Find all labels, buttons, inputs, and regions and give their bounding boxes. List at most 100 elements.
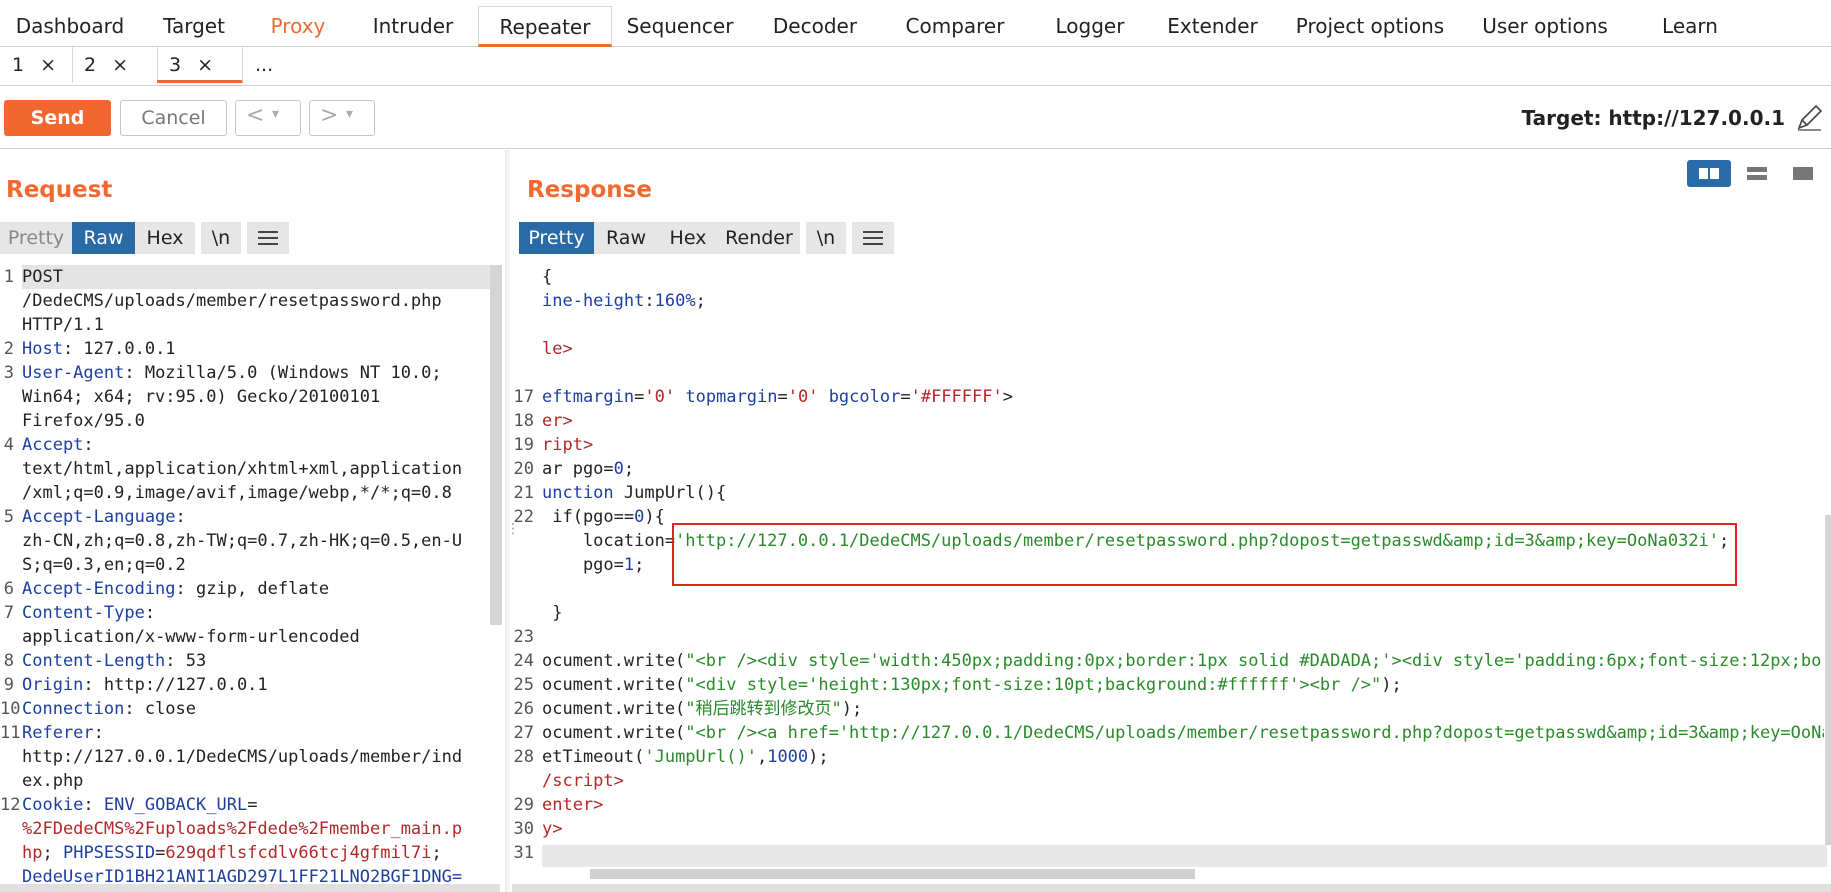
repeater-tab-2[interactable]: 2 × xyxy=(72,47,158,83)
nav-tab-project-options[interactable]: Project options xyxy=(1275,6,1465,46)
code-token: 1 xyxy=(623,555,635,575)
code-line: /script> xyxy=(542,769,1824,793)
code-token: = xyxy=(900,387,911,407)
response-format-pretty[interactable]: Pretty xyxy=(519,222,594,254)
code-line: Referer: xyxy=(22,721,490,745)
code-line: ar pgo=0; xyxy=(542,457,1824,481)
close-tab-icon[interactable]: × xyxy=(197,54,213,76)
code-token: eftmargin xyxy=(542,387,635,407)
code-token: text/html,application/xhtml+xml,applicat… xyxy=(22,459,463,479)
code-line: POST xyxy=(22,265,490,289)
menu-hamburger-icon[interactable] xyxy=(247,222,289,254)
code-token: "<br /><a href='http://127.0.0.1/DedeCMS… xyxy=(685,723,1824,743)
code-line: %2FDedeCMS%2Fuploads%2Fdede%2Fmember_mai… xyxy=(22,817,490,841)
code-line: eftmargin='0' topmargin='0' bgcolor='#FF… xyxy=(542,385,1824,409)
request-format-raw[interactable]: Raw xyxy=(72,222,135,254)
menu-hamburger-icon[interactable] xyxy=(852,222,894,254)
repeater-tab-1[interactable]: 1 × xyxy=(0,47,73,83)
nav-tab-target[interactable]: Target xyxy=(140,6,248,46)
edit-target-icon[interactable] xyxy=(1795,102,1825,132)
forward-dropdown-icon[interactable]: ▾ xyxy=(346,106,353,122)
response-search-bar[interactable] xyxy=(512,884,1831,892)
code-token: = xyxy=(247,795,258,815)
line-number: 29 xyxy=(513,795,534,815)
code-token: %2FDedeCMS%2Fuploads%2Fdede%2Fmember_mai… xyxy=(22,819,463,839)
response-horizontal-scroll-thumb[interactable] xyxy=(590,869,1195,879)
tabbed-view-icon[interactable] xyxy=(1781,160,1825,187)
line-number xyxy=(0,385,14,409)
top-bottom-view-icon[interactable] xyxy=(1735,160,1779,187)
line-number xyxy=(512,265,534,289)
code-line: { xyxy=(542,265,1824,289)
line-number: 8 xyxy=(3,651,14,671)
code-line: ript> xyxy=(542,433,1824,457)
code-token: Cookie xyxy=(22,795,84,815)
line-number: 27 xyxy=(513,723,534,743)
nav-tab-decoder[interactable]: Decoder xyxy=(750,6,880,46)
request-scrollbar[interactable] xyxy=(490,265,502,625)
response-format-raw[interactable]: Raw xyxy=(594,222,658,254)
code-token: Origin xyxy=(22,675,84,695)
repeater-tab-3[interactable]: 3 × xyxy=(157,47,243,83)
response-scrollbar[interactable] xyxy=(1825,515,1831,845)
line-number: 30 xyxy=(513,819,534,839)
history-forward-button[interactable]: > ▾ xyxy=(309,100,375,136)
repeater-tab-label: 1 xyxy=(12,54,25,76)
nav-tab-logger[interactable]: Logger xyxy=(1030,6,1150,46)
code-token: etTimeout( xyxy=(542,747,645,767)
nav-tab-intruder[interactable]: Intruder xyxy=(348,6,478,46)
request-format-nnewline[interactable]: \n xyxy=(201,222,241,254)
code-token: = xyxy=(777,387,788,407)
request-format-pretty[interactable]: Pretty xyxy=(0,222,72,254)
response-format-hex[interactable]: Hex xyxy=(658,222,718,254)
code-token: ); xyxy=(841,699,863,719)
code-line: User-Agent: Mozilla/5.0 (Windows NT 10.0… xyxy=(22,361,490,385)
highlight-box xyxy=(672,523,1737,586)
nav-tab-dashboard[interactable]: Dashboard xyxy=(0,6,140,46)
nav-tab-user-options[interactable]: User options xyxy=(1465,6,1625,46)
code-line: text/html,application/xhtml+xml,applicat… xyxy=(22,457,490,481)
code-line: ocument.write("稍后跳转到修改页"); xyxy=(542,697,1824,721)
close-tab-icon[interactable]: × xyxy=(40,54,56,76)
nav-tab-extender[interactable]: Extender xyxy=(1150,6,1275,46)
code-line: enter> xyxy=(542,793,1824,817)
code-line: Cookie: ENV_GOBACK_URL= xyxy=(22,793,490,817)
side-by-side-view-icon[interactable] xyxy=(1687,160,1731,187)
more-tabs-button[interactable]: ... xyxy=(243,47,315,83)
nav-tab-proxy[interactable]: Proxy xyxy=(248,6,348,46)
response-format-nnewline[interactable]: \n xyxy=(806,222,846,254)
code-token: : close xyxy=(124,699,197,719)
line-number: 21 xyxy=(513,483,534,503)
history-back-button[interactable]: < ▾ xyxy=(235,100,301,136)
response-horizontal-scroll-track[interactable] xyxy=(542,845,1827,867)
line-number: 4 xyxy=(3,435,14,455)
code-line: S;q=0.3,en;q=0.2 xyxy=(22,553,490,577)
close-tab-icon[interactable]: × xyxy=(112,54,128,76)
repeater-tab-label: 2 xyxy=(84,54,97,76)
code-token: 629qdflsfcdlv66tcj4gfmil7i xyxy=(165,843,432,863)
back-dropdown-icon[interactable]: ▾ xyxy=(272,106,279,122)
panel-splitter[interactable]: ⋮ xyxy=(505,150,520,892)
code-line: hp; PHPSESSID=629qdflsfcdlv66tcj4gfmil7i… xyxy=(22,841,490,865)
request-format-hex[interactable]: Hex xyxy=(135,222,195,254)
code-token: Firefox/95.0 xyxy=(22,411,145,431)
send-button[interactable]: Send xyxy=(4,100,111,136)
response-format-render[interactable]: Render xyxy=(718,222,800,254)
nav-tab-repeater[interactable]: Repeater xyxy=(478,6,612,47)
code-token: Content-Type xyxy=(22,603,145,623)
code-token: 1000 xyxy=(767,747,809,767)
cancel-button[interactable]: Cancel xyxy=(120,100,227,136)
code-token: Host xyxy=(22,339,63,359)
code-line: ocument.write("<br /><a href='http://127… xyxy=(542,721,1824,745)
nav-tab-sequencer[interactable]: Sequencer xyxy=(610,6,750,46)
nav-tab-learn[interactable]: Learn xyxy=(1625,6,1755,46)
request-editor[interactable]: 1 2 3 4 5 6 7 8 9 10 11 12 POST/DedeCMS/uploads/memb… xyxy=(0,265,490,892)
code-line: Connection: close xyxy=(22,697,490,721)
line-number: 20 xyxy=(513,459,534,479)
request-search-bar[interactable] xyxy=(0,884,500,892)
code-line: ex.php xyxy=(22,769,490,793)
code-line: /DedeCMS/uploads/member/resetpassword.ph… xyxy=(22,289,490,313)
nav-tab-comparer[interactable]: Comparer xyxy=(880,6,1030,46)
